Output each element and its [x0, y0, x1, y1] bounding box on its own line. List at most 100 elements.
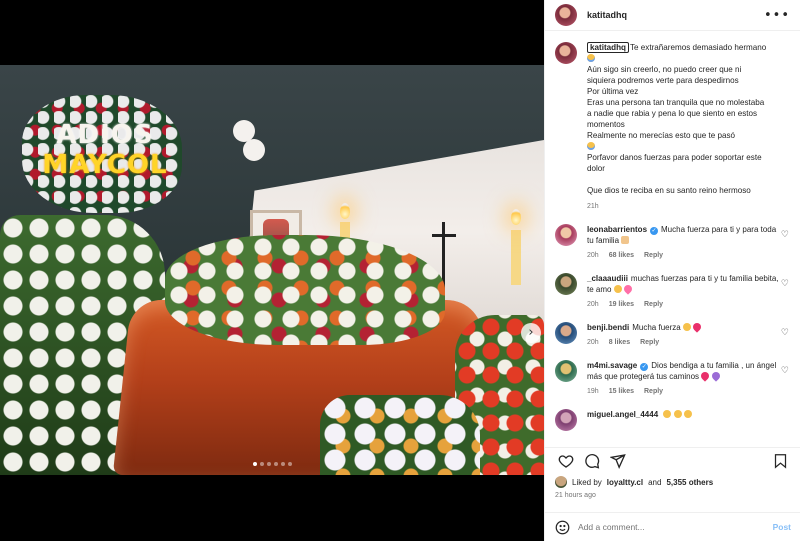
likes-and: and [648, 477, 662, 487]
post-side-panel: katitadhq ••• katitadhq Te extrañaremos d… [544, 0, 800, 541]
caption-emoji-line [587, 141, 791, 152]
carousel-dots [0, 462, 544, 466]
reply-button[interactable]: Reply [644, 386, 663, 397]
post-media: ADIOS MAYCOL › [0, 0, 544, 541]
comment-body: benji.bendi Mucha fuerza 20h 8 likes Repl… [587, 321, 783, 348]
comment-time[interactable]: 20h [587, 299, 599, 310]
caption-emoji-line [587, 53, 791, 64]
comment-username[interactable]: benji.bendi [587, 323, 629, 332]
candle-flame [340, 203, 350, 219]
carousel-dot [287, 462, 292, 466]
post-caption: katitadhq Te extrañaremos demasiado herma… [555, 42, 791, 212]
caption-line: dolor [587, 164, 605, 173]
comment-time[interactable]: 20h [587, 337, 599, 348]
two-hearts-emoji-icon [622, 283, 634, 295]
comment-avatar[interactable] [555, 360, 577, 382]
author-username[interactable]: katitadhq [587, 10, 627, 20]
comment-meta: 20h 8 likes Reply [587, 337, 783, 348]
post-time-ago[interactable]: 21 hours ago [555, 492, 596, 499]
save-button[interactable] [769, 450, 791, 472]
wreath-line-2: MAYCOL [42, 150, 168, 180]
heart-icon [558, 454, 574, 468]
liker-avatar[interactable] [555, 476, 567, 488]
caption-line: Porfavor danos fuerzas para poder soport… [587, 153, 762, 162]
add-comment-input[interactable] [578, 522, 758, 532]
comment-likes[interactable]: 8 likes [609, 337, 630, 348]
comment-time[interactable]: 20h [587, 250, 599, 261]
crying-emoji-icon [587, 142, 595, 150]
comment-likes[interactable]: 15 likes [609, 386, 634, 397]
comment-button[interactable] [581, 450, 603, 472]
verified-badge-icon: ✓ [640, 363, 649, 371]
comment-avatar[interactable] [555, 224, 577, 246]
post-comment-button[interactable]: Post [773, 522, 791, 532]
comment-avatar[interactable] [555, 322, 577, 344]
caption-username[interactable]: katitadhq [587, 42, 629, 53]
crying-face-emoji-icon [673, 410, 682, 418]
likes-count[interactable]: 5,355 others [666, 478, 713, 487]
comment-like-heart-icon[interactable]: ♡ [781, 279, 789, 289]
caption-line: Aún sigo sin creerlo, no puedo creer que… [587, 65, 742, 74]
carousel-dot [259, 462, 264, 466]
comment-like-heart-icon[interactable]: ♡ [781, 230, 789, 240]
coffin-flowers [165, 235, 445, 345]
verified-badge-icon: ✓ [650, 227, 659, 235]
comment-body: leonabarrientos ✓ Mucha fuerza para ti y p… [587, 224, 783, 261]
comment-item: m4mi.savage ✓ Dios bendiga a tu familia , … [555, 360, 791, 397]
comment-likes[interactable]: 19 likes [609, 299, 634, 310]
liker-username[interactable]: loyaltty.cl [607, 478, 643, 487]
comment-item: miguel.angel_4444 [555, 409, 791, 431]
crying-face-emoji-icon [613, 285, 622, 293]
comment-like-heart-icon[interactable]: ♡ [781, 328, 789, 338]
comment-item: _claaaudiii muchas fuerzas para ti y tu f… [555, 273, 791, 310]
comment-meta: 20h 19 likes Reply [587, 299, 783, 310]
caption-line: siquiera podremos verte para despedirnos [587, 76, 739, 85]
bookmark-icon [774, 453, 786, 469]
comment-text: Mucha fuerza [632, 323, 681, 332]
like-button[interactable] [555, 450, 577, 472]
caption-author-avatar[interactable] [555, 42, 577, 64]
balloon [243, 139, 265, 161]
share-button[interactable] [607, 450, 629, 472]
post-header: katitadhq ••• [545, 0, 800, 31]
comment-time[interactable]: 19h [587, 386, 599, 397]
caption-line: a nadie que rabia y pena lo que siento e… [587, 109, 758, 118]
caption-line: Eras una persona tan tranquila que no mo… [587, 98, 765, 107]
caption-time: 21h [587, 203, 599, 210]
carousel-dot [273, 462, 278, 466]
author-avatar[interactable] [555, 4, 577, 26]
caption-line: Por última vez [587, 87, 639, 96]
comment-icon [585, 453, 600, 469]
comment-username[interactable]: m4mi.savage [587, 361, 637, 370]
comment-username[interactable]: miguel.angel_4444 [587, 410, 658, 419]
heart-emoji-icon [699, 370, 711, 382]
red-heart-emoji-icon [691, 321, 703, 333]
add-comment-bar: Post [545, 512, 800, 541]
carousel-dot [266, 462, 271, 466]
caption-first-line: Te extrañaremos demasiado hermano [629, 43, 767, 52]
caption-line: Que dios te reciba en su santo reino her… [587, 186, 751, 195]
more-options-icon[interactable]: ••• [764, 8, 790, 23]
comment-likes[interactable]: 68 likes [609, 250, 634, 261]
reply-button[interactable]: Reply [644, 299, 663, 310]
next-image-button[interactable]: › [521, 323, 541, 343]
emoji-picker-icon[interactable] [555, 520, 570, 535]
praying-hands-emoji-icon [621, 236, 630, 244]
likes-summary: Liked by loyaltty.cl and 5,355 others [555, 476, 713, 488]
comment-body: miguel.angel_4444 [587, 409, 783, 431]
reply-button[interactable]: Reply [640, 337, 659, 348]
comment-avatar[interactable] [555, 409, 577, 431]
comment-meta: 20h 68 likes Reply [587, 250, 783, 261]
caption-line: Realmente no merecías esto que te pasó [587, 131, 736, 140]
comment-username[interactable]: leonabarrientos [587, 225, 647, 234]
comment-avatar[interactable] [555, 273, 577, 295]
crying-face-emoji-icon [682, 323, 691, 331]
caption-line: momentos [587, 120, 625, 129]
purple-heart-emoji-icon [709, 370, 722, 382]
comments-scroll-area[interactable]: katitadhq Te extrañaremos demasiado herma… [545, 32, 800, 442]
post-photo[interactable]: ADIOS MAYCOL › [0, 65, 544, 475]
comment-like-heart-icon[interactable]: ♡ [781, 366, 789, 376]
reply-button[interactable]: Reply [644, 250, 663, 261]
comment-body: _claaaudiii muchas fuerzas para ti y tu f… [587, 273, 783, 310]
comment-username[interactable]: _claaaudiii [587, 274, 628, 283]
